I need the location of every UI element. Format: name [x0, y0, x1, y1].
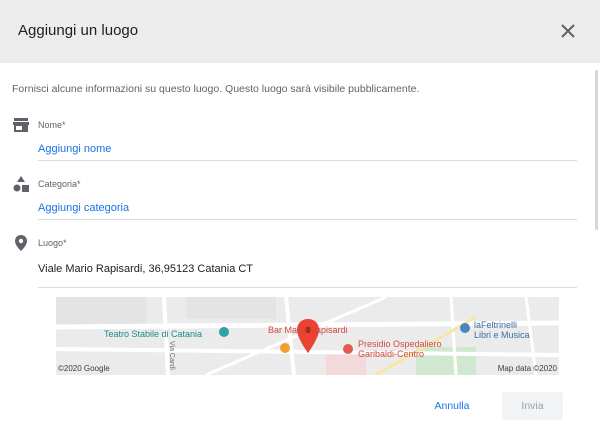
location-underline	[38, 287, 577, 288]
map-label-bar: Bar Mario Rapisardi	[268, 325, 348, 335]
intro-text: Fornisci alcune informazioni su questo l…	[12, 83, 420, 95]
map-label-bookstore-2: Libri e Musica	[474, 330, 530, 340]
category-underline	[38, 219, 577, 220]
scrollbar[interactable]	[595, 70, 598, 230]
map-label-hospital-1: Presidio Ospedaliero	[358, 339, 442, 349]
location-label: Luogo*	[38, 238, 67, 248]
shapes-icon	[12, 175, 30, 193]
map-label-hospital-2: Garibaldi-Centro	[358, 349, 425, 359]
close-button[interactable]	[558, 21, 578, 41]
category-label: Categoria*	[38, 179, 81, 189]
map-credit-google: ©2020 Google	[58, 364, 110, 373]
category-input[interactable]: Aggiungi categoria	[38, 202, 129, 214]
map-credit-data: Map data ©2020	[497, 364, 557, 373]
dialog-title: Aggiungi un luogo	[18, 22, 139, 39]
dialog-header: Aggiungi un luogo	[0, 0, 600, 63]
map-label-bookstore-1: laFeltrinelli	[474, 320, 518, 330]
cancel-button[interactable]: Annulla	[422, 392, 482, 420]
location-input[interactable]: Viale Mario Rapisardi, 36,95123 Catania …	[38, 263, 253, 275]
add-place-dialog: Aggiungi un luogo Fornisci alcune inform…	[0, 0, 600, 437]
store-icon	[12, 116, 30, 134]
send-button[interactable]: Invia	[502, 392, 563, 420]
name-underline	[38, 160, 577, 161]
name-input[interactable]: Aggiungi nome	[38, 143, 111, 155]
close-icon	[561, 24, 575, 38]
map-label-road: Via Cardì	[168, 341, 175, 371]
map-label-theatre: Teatro Stabile di Catania	[104, 329, 203, 339]
location-pin-icon	[12, 234, 30, 252]
name-label: Nome*	[38, 120, 66, 130]
map-preview[interactable]: Teatro Stabile di Catania Bar Mario Rapi…	[56, 297, 559, 375]
